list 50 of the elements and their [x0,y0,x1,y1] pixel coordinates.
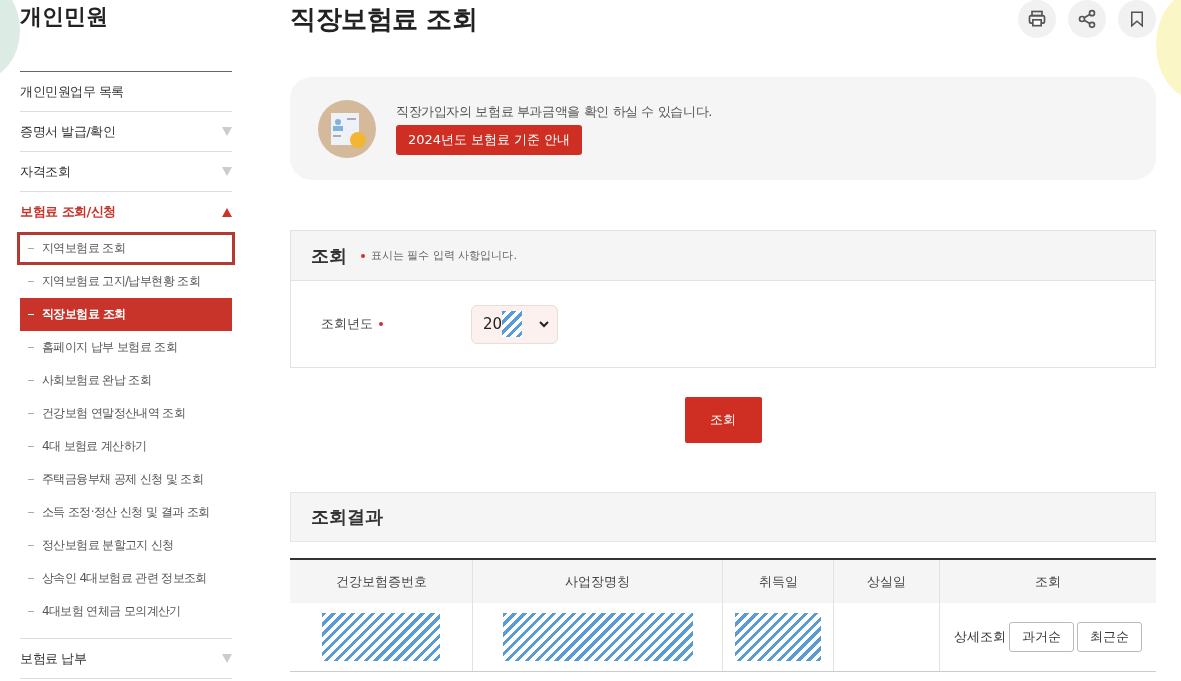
submenu-item[interactable]: 지역보험료 조회 [17,232,235,265]
search-button[interactable]: 조회 [684,397,762,443]
info-text: 직장가입자의 보험료 부과금액을 확인 하실 수 있습니다. [396,102,712,121]
column-header: 건강보험증번호 [290,559,473,603]
submenu-item[interactable]: 홈페이지 납부 보험료 조회 [20,331,232,364]
print-button[interactable] [1018,0,1056,38]
year-select[interactable]: 20 [471,304,558,344]
required-note: 표시는 필수 입력 사항입니다. [371,248,517,263]
bookmark-icon [1128,10,1146,28]
bookmark-button[interactable] [1118,0,1156,38]
detail-label: 상세조회 [953,627,1006,646]
required-dot [361,253,365,258]
submenu-item[interactable]: 소득 조정·정산 신청 및 결과 조회 [20,496,232,529]
sidebar-item[interactable]: 자격조회 [20,152,232,192]
submenu-item[interactable]: 사회보험료 완납 조회 [20,364,232,397]
chevron-down-icon [539,320,549,328]
sidebar-item[interactable]: 보험료 조회/신청 [20,192,232,232]
sidebar-title: 개인민원 [20,0,232,72]
submenu-item[interactable]: 4대보험 연체금 모의계산기 [20,595,232,628]
submenu-item[interactable]: 주택금융부채 공제 신청 및 조회 [20,463,232,496]
guide-button[interactable]: 2024년도 보험료 기준 안내 [396,124,583,155]
submenu-item[interactable]: 4대 보험료 계산하기 [20,430,232,463]
submenu-item[interactable]: 건강보험 연말정산내역 조회 [20,397,232,430]
sidebar-item-label: 증명서 발급/확인 [20,122,115,141]
sort-button[interactable]: 과거순 [1008,621,1074,652]
required-dot [379,322,383,326]
sidebar-item-label: 보험료 납부 [20,649,87,668]
sidebar-item-label: 보험료 조회/신청 [20,203,116,221]
column-header: 조회 [939,559,1156,603]
results-title: 조회결과 [311,505,383,529]
sidebar-item[interactable]: 개인민원업무 목록 [20,72,232,112]
field-label: 조회년도 [321,315,373,333]
page-title: 직장보험료 조회 [290,3,478,36]
sidebar-item[interactable]: 증명서 발급/확인 [20,112,232,152]
column-header: 사업장명칭 [472,559,723,603]
column-header: 상실일 [833,559,940,603]
submenu-item[interactable]: 상속인 4대보험료 관련 정보조회 [20,562,232,595]
submenu-item[interactable]: 직장보험료 조회 [20,298,232,331]
column-header: 취득일 [722,559,834,603]
sidebar-item[interactable]: 보험료 납부 [20,639,232,679]
sidebar-item-label: 개인민원업무 목록 [20,82,124,101]
submenu-item[interactable]: 정산보험료 분할고지 신청 [20,529,232,562]
share-button[interactable] [1068,0,1106,38]
document-coin-icon [318,99,376,158]
submenu-item[interactable]: 지역보험료 고지/납부현황 조회 [20,265,232,298]
printer-icon [1027,9,1047,29]
panel-title: 조회 [311,243,347,268]
sidebar-item-label: 자격조회 [20,162,70,181]
share-icon [1077,9,1097,29]
sort-button[interactable]: 최근순 [1076,621,1142,652]
